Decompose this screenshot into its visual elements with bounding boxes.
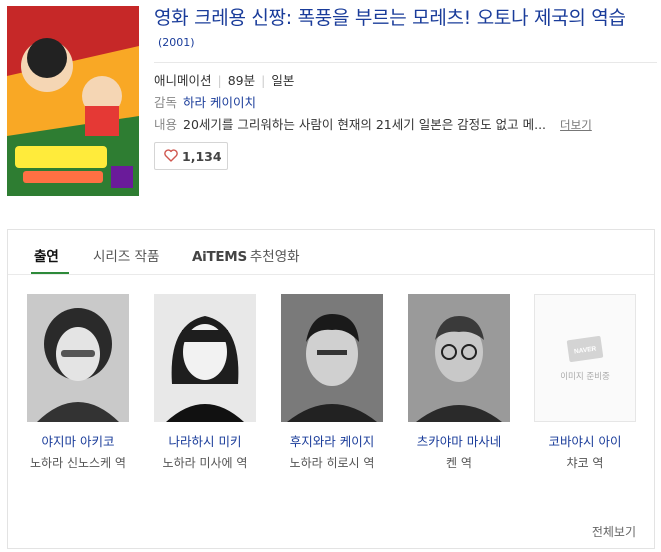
summary-row: 내용 20세기를 그리워하는 사람이 현재의 21세기 일본은 감정도 없고 메.… <box>154 116 592 134</box>
meta-separator: | <box>261 73 266 88</box>
cast-role: 노하라 히로시 역 <box>289 456 375 470</box>
placeholder-text: 이미지 준비중 <box>560 372 610 382</box>
image-placeholder-icon: NAVER <box>566 335 604 363</box>
movie-genre: 애니메이션 <box>154 73 212 88</box>
cast-role: 노하라 신노스케 역 <box>30 456 126 470</box>
cast-name[interactable]: 나라하시 미키 <box>153 431 257 450</box>
like-count: 1,134 <box>182 148 222 164</box>
divider <box>154 62 657 63</box>
tab-series[interactable]: 시리즈 작품 <box>93 245 159 265</box>
director-label: 감독 <box>154 95 178 110</box>
movie-country: 일본 <box>271 73 295 88</box>
movie-title[interactable]: 영화 크레용 신짱: 폭풍을 부르는 모레츠! 오토나 제국의 역습 <box>154 7 626 29</box>
cast-name[interactable]: 후지와라 케이지 <box>280 431 384 450</box>
aitems-brand: AiTEMS <box>192 249 247 265</box>
cast-photo[interactable] <box>281 294 383 422</box>
cast-name[interactable]: 코바야시 아이 <box>533 431 637 450</box>
active-tab-indicator <box>31 272 69 274</box>
movie-year: (2001) <box>158 36 195 49</box>
cast-card[interactable]: 나라하시 미키 노하라 미사에 역 <box>153 294 257 472</box>
director-row: 감독 하라 케이이치 <box>154 94 256 112</box>
movie-poster[interactable] <box>7 6 139 196</box>
aitems-label: 추천영화 <box>249 249 300 265</box>
movie-title-block: 영화 크레용 신짱: 폭풍을 부르는 모레츠! 오토나 제국의 역습 (2001) <box>154 6 659 50</box>
cast-card[interactable]: 후지와라 케이지 노하라 히로시 역 <box>280 294 384 472</box>
meta-separator: | <box>217 73 222 88</box>
cast-photo[interactable] <box>408 294 510 422</box>
tab-aitems[interactable]: AiTEMS 추천영화 <box>192 245 300 265</box>
movie-runtime: 89분 <box>227 73 256 88</box>
cast-role: 노하라 미사에 역 <box>162 456 248 470</box>
cast-panel: 출연 시리즈 작품 AiTEMS추천영화 야지마 아키코 노하라 신노스케 역 <box>7 229 655 549</box>
cast-photo[interactable] <box>154 294 256 422</box>
view-all-link[interactable]: 전체보기 <box>592 523 636 540</box>
tab-bar: 출연 시리즈 작품 AiTEMS 추천영화 <box>8 230 654 275</box>
cast-name[interactable]: 츠카야마 마사네 <box>407 431 511 450</box>
cast-role: 챠코 역 <box>566 456 604 470</box>
heart-icon <box>164 147 178 166</box>
cast-photo-placeholder[interactable]: NAVER 이미지 준비중 <box>534 294 636 422</box>
movie-meta-row: 애니메이션 | 89분 | 일본 <box>154 72 294 90</box>
cast-role: 켄 역 <box>446 456 472 470</box>
director-link[interactable]: 하라 케이이치 <box>183 95 256 110</box>
cast-card[interactable]: 츠카야마 마사네 켄 역 <box>407 294 511 472</box>
cast-photo[interactable] <box>27 294 129 422</box>
like-button[interactable]: 1,134 <box>154 142 228 170</box>
cast-card[interactable]: NAVER 이미지 준비중 코바야시 아이 챠코 역 <box>533 294 637 472</box>
poster-image <box>7 6 139 196</box>
summary-label: 내용 <box>154 117 178 132</box>
tab-cast[interactable]: 출연 <box>34 245 59 265</box>
summary-text: 20세기를 그리워하는 사람이 현재의 21세기 일본은 감정도 없고 메... <box>183 117 547 132</box>
more-link[interactable]: 더보기 <box>560 118 592 132</box>
cast-card[interactable]: 야지마 아키코 노하라 신노스케 역 <box>26 294 130 472</box>
cast-name[interactable]: 야지마 아키코 <box>26 431 130 450</box>
